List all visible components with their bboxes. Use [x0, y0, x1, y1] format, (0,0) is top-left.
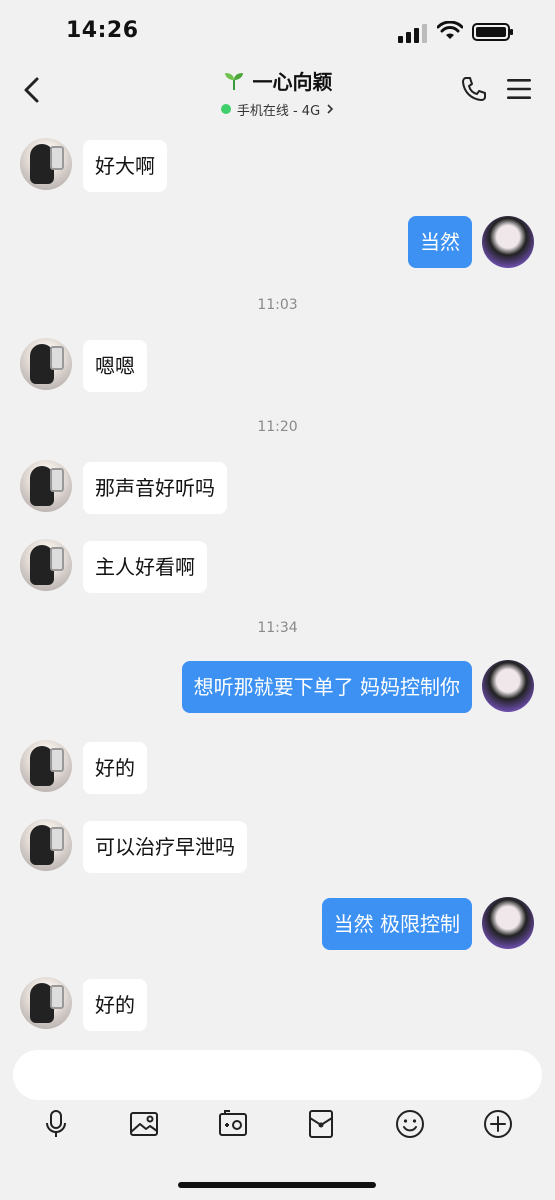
outgoing-message[interactable]: 当然	[408, 216, 472, 268]
contact-avatar[interactable]	[20, 819, 72, 871]
chevron-right-icon	[327, 104, 334, 114]
camera-icon[interactable]	[217, 1108, 249, 1140]
microphone-icon[interactable]	[40, 1108, 72, 1140]
contact-avatar[interactable]	[20, 460, 72, 512]
outgoing-message[interactable]: 当然 极限控制	[321, 898, 472, 950]
incoming-message[interactable]: 可以治疗早泄吗	[83, 821, 247, 873]
contact-avatar[interactable]	[20, 539, 72, 591]
red-packet-icon[interactable]	[305, 1108, 337, 1140]
online-status-text: 手机在线 - 4G	[236, 103, 321, 119]
incoming-message[interactable]: 那声音好听吗	[83, 462, 227, 514]
image-icon[interactable]	[128, 1108, 160, 1140]
menu-icon[interactable]	[505, 76, 533, 102]
incoming-message[interactable]: 好的	[83, 979, 147, 1031]
my-avatar[interactable]	[482, 660, 534, 712]
status-time: 14:26	[66, 18, 139, 43]
contact-avatar[interactable]	[20, 138, 72, 190]
contact-name[interactable]: 一心向颖	[253, 66, 333, 95]
outgoing-message[interactable]: 想听那就要下单了 妈妈控制你	[181, 661, 472, 713]
online-dot	[220, 104, 231, 114]
contact-avatar[interactable]	[20, 977, 72, 1029]
incoming-message[interactable]: 嗯嗯	[83, 340, 147, 392]
chat-header: 一心向颖 手机在线 - 4G	[0, 62, 555, 119]
timestamp: 11:03	[257, 297, 298, 313]
plus-icon[interactable]	[482, 1108, 514, 1140]
home-indicator[interactable]	[178, 1182, 376, 1188]
timestamp: 11:34	[257, 620, 298, 636]
contact-avatar[interactable]	[20, 338, 72, 390]
message-input[interactable]	[13, 1050, 542, 1100]
timestamp: 11:20	[257, 419, 298, 435]
sprout-icon	[224, 72, 243, 90]
my-avatar[interactable]	[482, 897, 534, 949]
input-area	[0, 1040, 555, 1200]
wifi-icon	[437, 21, 463, 39]
phone-call-icon[interactable]	[460, 75, 488, 103]
incoming-message[interactable]: 好的	[83, 742, 147, 794]
status-bar: 14:26	[0, 0, 555, 62]
signal-icon	[398, 24, 427, 43]
my-avatar[interactable]	[482, 216, 534, 268]
emoji-icon[interactable]	[394, 1108, 426, 1140]
online-status[interactable]: 手机在线 - 4G	[220, 100, 334, 119]
battery-icon	[472, 23, 513, 41]
incoming-message[interactable]: 好大啊	[83, 140, 167, 192]
contact-avatar[interactable]	[20, 740, 72, 792]
incoming-message[interactable]: 主人好看啊	[83, 541, 207, 593]
